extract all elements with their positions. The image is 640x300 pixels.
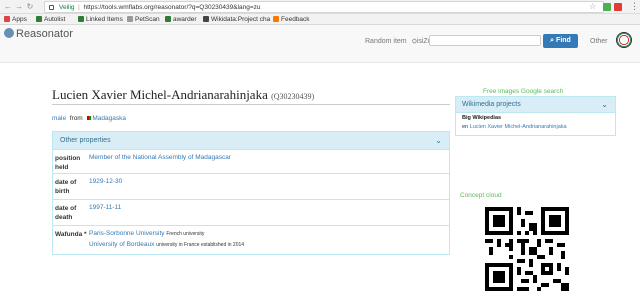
reasonator-logo[interactable]: Reasonator <box>4 28 73 40</box>
extension-icon[interactable] <box>603 3 611 11</box>
find-button[interactable]: ⌕ Find <box>543 34 578 48</box>
property-value: University of Bordeaux university in Fra… <box>89 241 244 248</box>
concept-cloud-link[interactable]: Concept cloud <box>460 192 502 199</box>
qr-code-icon <box>485 207 569 291</box>
property-row: date of death 1997-11-11 <box>53 200 449 226</box>
logo-icon <box>4 28 14 38</box>
qid-label[interactable]: (Q30230439) <box>271 92 314 101</box>
search-input[interactable] <box>429 35 541 46</box>
bookmark-apps[interactable]: Apps <box>4 14 27 25</box>
property-value-link[interactable]: University of Bordeaux <box>89 241 154 248</box>
reload-icon[interactable]: ↻ <box>25 2 35 12</box>
property-value: Paris-Sorbonne University French univers… <box>89 230 204 237</box>
site-header: Reasonator Random item ⛭isiZulu ⌕ Find O… <box>0 25 640 63</box>
other-link[interactable]: Other <box>590 38 608 45</box>
wikidata-icon <box>78 16 84 22</box>
bookmarks-bar: Apps Autolist Linked Items PetScan award… <box>0 14 640 25</box>
property-label: Wafunda * <box>55 231 87 238</box>
bookmark-linked-items[interactable]: Linked Items <box>78 14 123 25</box>
property-label: position held <box>55 155 81 171</box>
bookmark-feedback[interactable]: Feedback <box>273 14 310 25</box>
divider <box>52 104 450 105</box>
random-item-link[interactable]: Random item <box>365 38 407 45</box>
big-wikipedias-label: Big Wikipedias <box>462 115 502 121</box>
menu-icon[interactable]: ⋮ <box>630 1 639 12</box>
bookmark-autolist[interactable]: Autolist <box>36 14 65 25</box>
back-icon[interactable]: ← <box>3 2 13 12</box>
panel-header[interactable]: Other properties ⌄ <box>53 132 449 150</box>
country-link[interactable]: Madagaska <box>92 115 126 122</box>
bookmark-awarder[interactable]: awarder <box>165 14 196 25</box>
property-value-link[interactable]: Member of the National Assembly of Madag… <box>89 154 231 161</box>
bookmark-wikidata-project-chat[interactable]: Wikidata:Project cha <box>203 14 270 25</box>
url-text: https://tools.wmflabs.org/reasonator/?q=… <box>83 4 261 11</box>
property-value-link[interactable]: 1997-11-11 <box>89 204 121 211</box>
page-icon <box>127 16 133 22</box>
bookmark-petscan[interactable]: PetScan <box>127 14 160 25</box>
lock-icon <box>49 5 54 10</box>
feedback-icon <box>273 16 279 22</box>
entity-description: male from Madagaska <box>52 115 126 122</box>
bookmark-star-icon[interactable]: ☆ <box>589 2 596 11</box>
secure-label: Veilig <box>59 4 75 11</box>
search-icon: ⌕ <box>550 37 555 44</box>
forward-icon[interactable]: → <box>14 2 24 12</box>
chevron-down-icon[interactable]: ⌄ <box>435 132 442 150</box>
property-label: date of death <box>55 205 77 221</box>
property-row: position held Member of the National Ass… <box>53 150 449 174</box>
other-properties-panel: Other properties ⌄ position held Member … <box>52 131 450 255</box>
flag-icon <box>84 116 91 120</box>
free-images-link[interactable]: Free images Google search <box>483 88 563 95</box>
wikipedia-article-link[interactable]: Lucien Xavier Michel-Andrianarahinjaka <box>470 124 567 130</box>
browser-toolbar: ← → ↻ Veilig | https://tools.wmflabs.org… <box>0 0 640 14</box>
wikidata-icon <box>36 16 42 22</box>
apps-icon <box>4 16 10 22</box>
panel-header[interactable]: Wikimedia projects ⌄ <box>456 97 615 113</box>
chevron-down-icon[interactable]: ⌄ <box>601 97 608 113</box>
property-value-link[interactable]: Paris-Sorbonne University <box>89 230 165 237</box>
property-value-link[interactable]: 1929-12-30 <box>89 178 122 185</box>
wikipedia-entry: en Lucien Xavier Michel-Andrianarahinjak… <box>462 124 567 130</box>
page-title: Lucien Xavier Michel-Andrianarahinjaka (… <box>52 87 315 102</box>
property-row: date of birth 1929-12-30 <box>53 174 449 200</box>
property-label: date of birth <box>55 179 77 195</box>
gender-link[interactable]: male <box>52 115 66 122</box>
property-note: university in France established in 2014 <box>156 242 245 248</box>
wikidata-barcode-icon <box>203 16 209 22</box>
property-note: French university <box>166 231 205 237</box>
property-row: Wafunda * Paris-Sorbonne University Fren… <box>53 226 449 254</box>
wikidata-icon <box>165 16 171 22</box>
extension-icon[interactable] <box>614 3 622 11</box>
wikimedia-projects-panel: Wikimedia projects ⌄ Big Wikipedias en L… <box>455 96 616 136</box>
wikimedia-logo-icon[interactable] <box>616 32 632 48</box>
address-bar[interactable]: Veilig | https://tools.wmflabs.org/reaso… <box>44 1 604 13</box>
